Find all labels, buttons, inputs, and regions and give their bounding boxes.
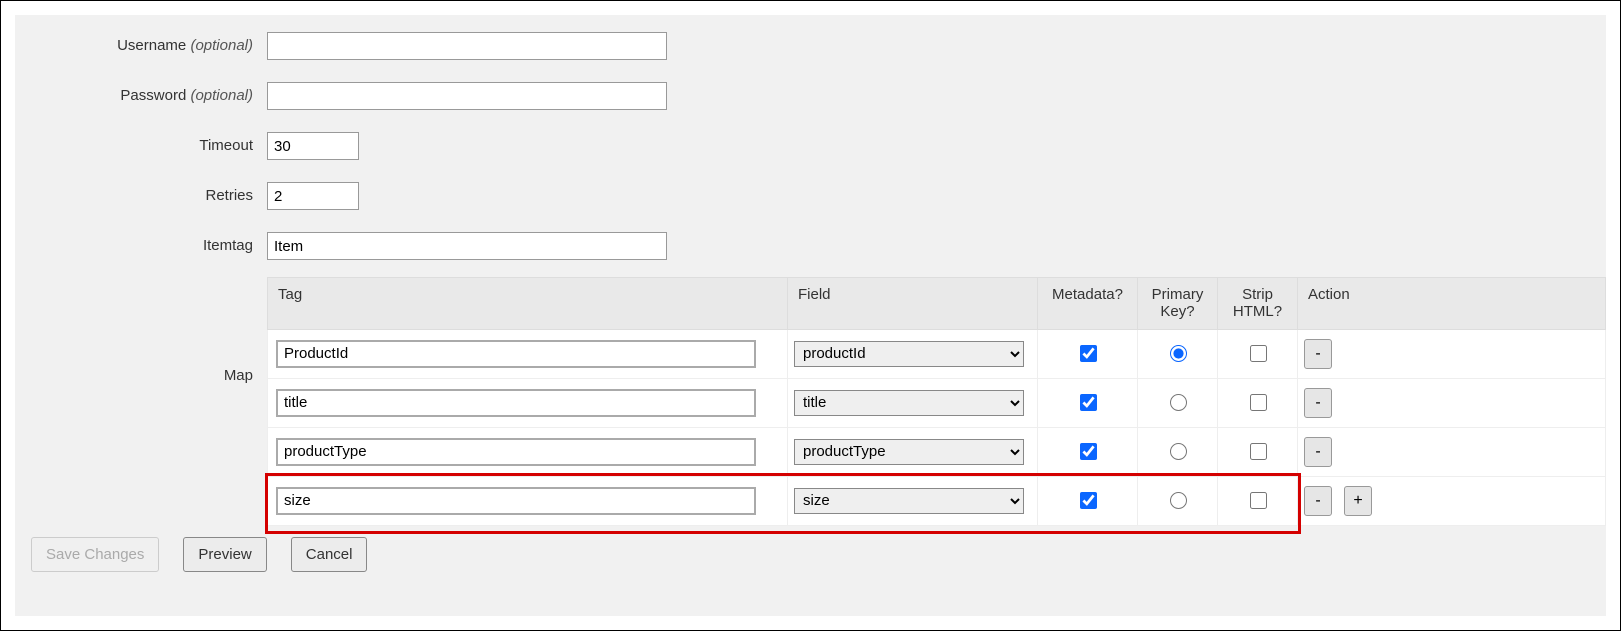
field-select[interactable]: title <box>794 390 1024 416</box>
primary-key-radio[interactable] <box>1170 394 1187 411</box>
metadata-checkbox[interactable] <box>1080 443 1097 460</box>
metadata-checkbox[interactable] <box>1080 492 1097 509</box>
strip-html-checkbox[interactable] <box>1250 492 1267 509</box>
remove-row-button[interactable]: - <box>1304 486 1332 516</box>
table-row: title - <box>268 378 1606 427</box>
password-field[interactable] <box>267 82 667 110</box>
col-tag: Tag <box>268 278 788 330</box>
col-strip-html: Strip HTML? <box>1218 278 1298 330</box>
remove-row-button[interactable]: - <box>1304 437 1332 467</box>
map-table-wrap: Tag Field Metadata? Primary Key? Strip H… <box>267 277 1606 526</box>
field-select[interactable]: productType <box>794 439 1024 465</box>
remove-row-button[interactable]: - <box>1304 388 1332 418</box>
tag-input[interactable] <box>276 340 756 368</box>
metadata-checkbox[interactable] <box>1080 394 1097 411</box>
timeout-label: Timeout <box>15 137 267 155</box>
remove-row-button[interactable]: - <box>1304 339 1332 369</box>
primary-key-radio[interactable] <box>1170 345 1187 362</box>
tag-input[interactable] <box>276 389 756 417</box>
cancel-button[interactable]: Cancel <box>291 537 368 572</box>
col-field: Field <box>788 278 1038 330</box>
field-select[interactable]: productId <box>794 341 1024 367</box>
col-action: Action <box>1298 278 1606 330</box>
col-primary-key: Primary Key? <box>1138 278 1218 330</box>
username-field[interactable] <box>267 32 667 60</box>
strip-html-checkbox[interactable] <box>1250 345 1267 362</box>
table-row: productId - <box>268 329 1606 378</box>
metadata-checkbox[interactable] <box>1080 345 1097 362</box>
table-row: size -+ <box>268 476 1606 525</box>
save-changes-button[interactable]: Save Changes <box>31 537 159 572</box>
retries-field[interactable] <box>267 182 359 210</box>
password-label: Password (optional) <box>15 87 267 105</box>
form-panel: Username (optional) Password (optional) … <box>15 15 1606 616</box>
retries-label: Retries <box>15 187 267 205</box>
primary-key-radio[interactable] <box>1170 443 1187 460</box>
itemtag-field[interactable] <box>267 232 667 260</box>
username-label: Username (optional) <box>15 37 267 55</box>
table-row: productType - <box>268 427 1606 476</box>
strip-html-checkbox[interactable] <box>1250 443 1267 460</box>
tag-input[interactable] <box>276 487 756 515</box>
primary-key-radio[interactable] <box>1170 492 1187 509</box>
field-select[interactable]: size <box>794 488 1024 514</box>
map-table: Tag Field Metadata? Primary Key? Strip H… <box>267 277 1606 526</box>
col-metadata: Metadata? <box>1038 278 1138 330</box>
timeout-field[interactable] <box>267 132 359 160</box>
strip-html-checkbox[interactable] <box>1250 394 1267 411</box>
add-row-button[interactable]: + <box>1344 486 1372 516</box>
itemtag-label: Itemtag <box>15 237 267 255</box>
map-label: Map <box>15 277 267 385</box>
preview-button[interactable]: Preview <box>183 537 266 572</box>
tag-input[interactable] <box>276 438 756 466</box>
